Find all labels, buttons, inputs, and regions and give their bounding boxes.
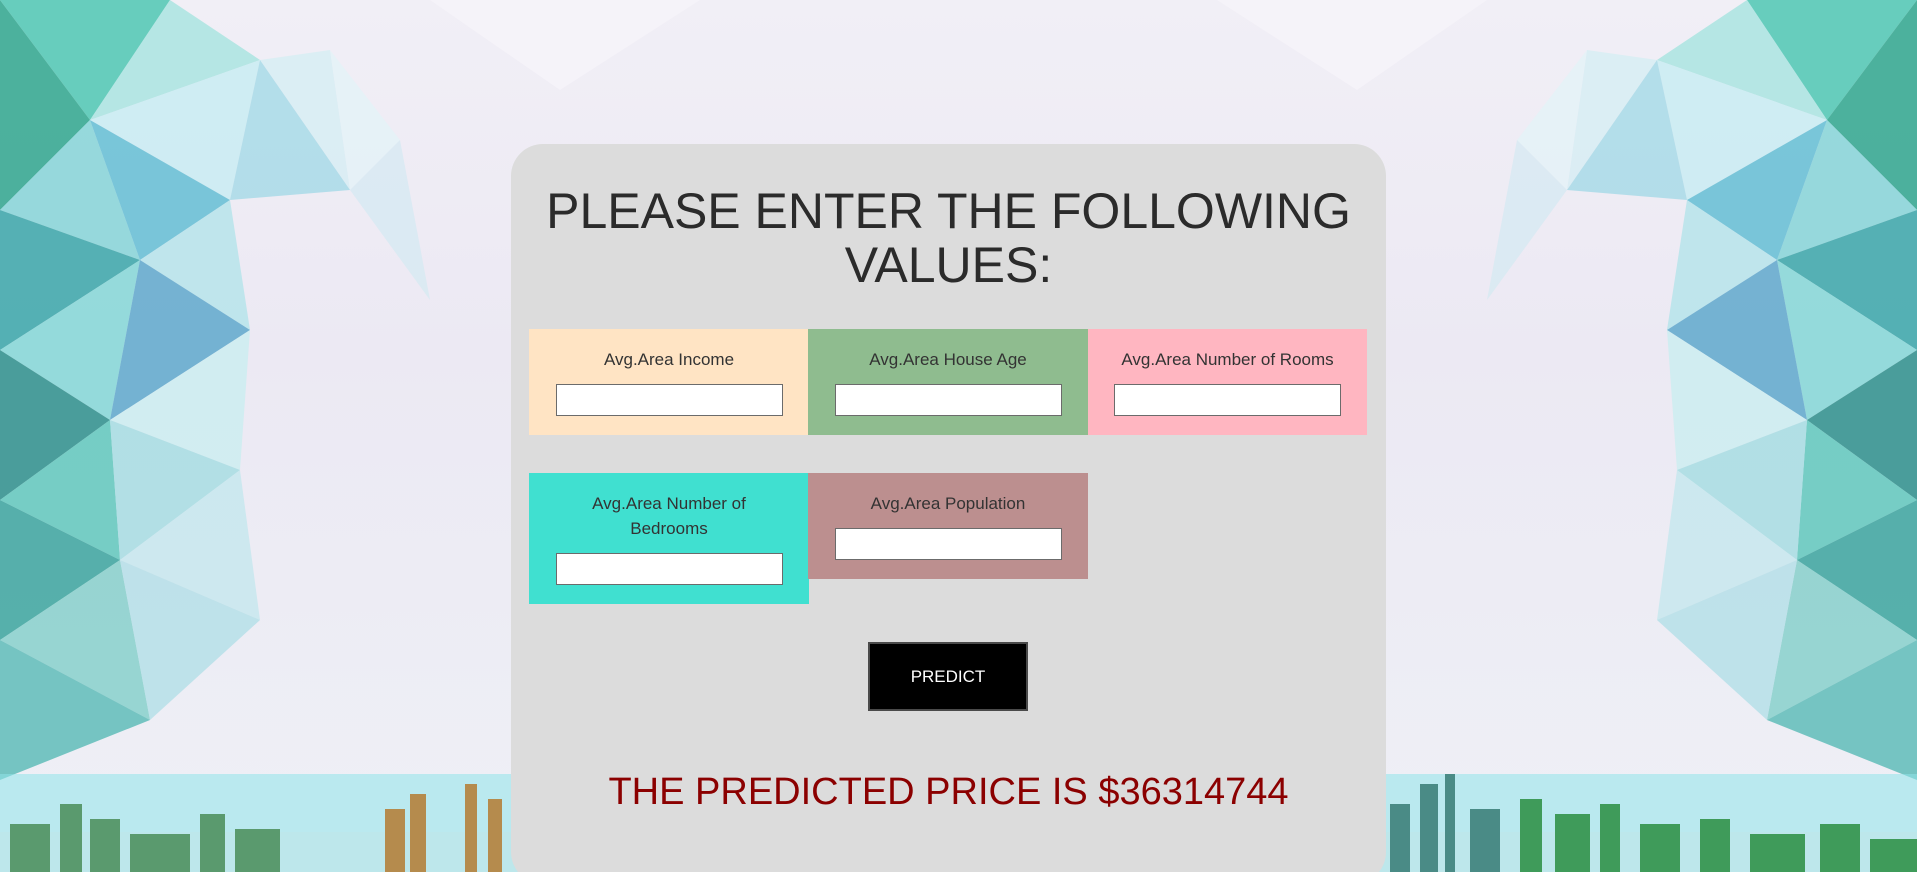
prediction-form-card: PLEASE ENTER THE FOLLOWING VALUES: Avg.A… [511,144,1386,872]
predict-button[interactable]: PREDICT [868,642,1028,711]
field-label-avg-area-number-of-bedrooms: Avg.Area Number of Bedrooms [592,494,746,538]
field-avg-area-population: Avg.Area Population [808,473,1088,579]
field-label-avg-area-population: Avg.Area Population [870,494,1026,513]
predicted-price-text: THE PREDICTED PRICE IS $36314744 [608,771,1289,813]
field-avg-area-income: Avg.Area Income [529,329,809,435]
field-avg-area-number-of-rooms: Avg.Area Number of Rooms [1088,329,1367,435]
avg-area-number-of-bedrooms-input[interactable] [555,553,783,585]
avg-area-number-of-rooms-input[interactable] [1114,384,1341,416]
field-label-avg-area-number-of-rooms: Avg.Area Number of Rooms [1121,350,1334,369]
field-label-avg-area-income: Avg.Area Income [603,350,735,369]
page: PLEASE ENTER THE FOLLOWING VALUES: Avg.A… [0,0,1917,872]
field-avg-area-house-age: Avg.Area House Age [808,329,1088,435]
form-heading: PLEASE ENTER THE FOLLOWING VALUES: [546,183,1351,293]
avg-area-income-input[interactable] [555,384,783,416]
avg-area-house-age-input[interactable] [834,384,1062,416]
field-label-avg-area-house-age: Avg.Area House Age [869,350,1027,369]
field-avg-area-number-of-bedrooms: Avg.Area Number of Bedrooms [529,473,809,604]
avg-area-population-input[interactable] [834,528,1062,560]
